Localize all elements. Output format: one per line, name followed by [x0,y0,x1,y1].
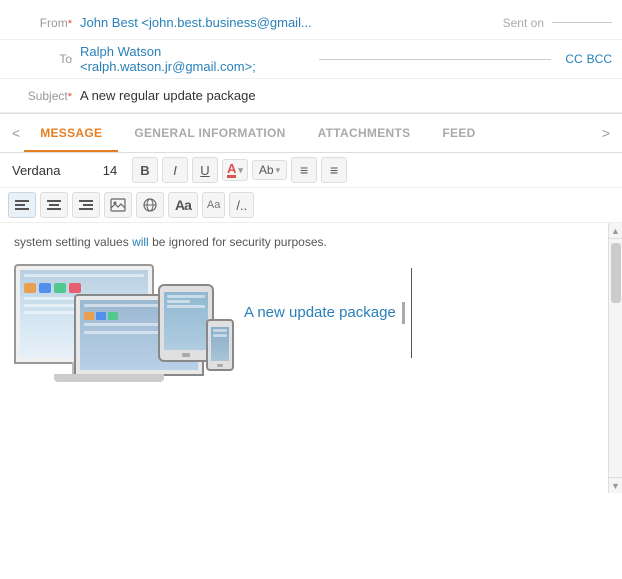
editor-body[interactable]: system setting values will be ignored fo… [0,223,608,493]
screen-line-1 [24,274,144,277]
scrollbar-up-button[interactable]: ▲ [609,223,622,239]
ab-chevron: ▾ [276,165,281,176]
cc-button[interactable]: CC [565,52,582,66]
scrollbar-thumb[interactable] [611,243,621,303]
from-row: From* John Best <john.best.business@gmai… [0,6,622,40]
editor-toolbar-1: Verdana 14 B I U A ▾ Ab ▾ ≡ ≡ [0,153,622,188]
tabs-next-arrow[interactable]: > [598,115,614,151]
laptop-icon-3 [108,312,118,320]
from-label: From* [10,16,80,30]
image-icon [110,198,126,212]
font-color-button[interactable]: A ▾ [222,159,248,181]
text-size-button[interactable]: Aa [168,192,198,218]
tablet-line-3 [167,305,205,308]
align-left-icon [15,199,29,211]
sent-on-line [552,22,612,23]
align-center-button[interactable] [40,192,68,218]
bcc-button[interactable]: BCC [587,52,612,66]
cc-bcc-buttons: CC BCC [565,52,612,66]
phone-screen [211,327,229,361]
phone-line-2 [213,334,227,337]
tabs-prev-arrow[interactable]: < [8,115,24,151]
phone-home-button [217,364,223,367]
align-center-icon [47,199,61,211]
text-size-label: Aa [175,197,191,213]
sent-on-label: Sent on [503,16,544,30]
underline-button[interactable]: U [192,157,218,183]
scrollbar-track[interactable] [609,239,622,477]
ordered-list-button[interactable]: ≡ [291,157,317,183]
subject-row: Subject* A new regular update package [0,79,622,113]
tab-attachments[interactable]: ATTACHMENTS [302,114,427,152]
italic-button[interactable]: I [162,157,188,183]
email-header: From* John Best <john.best.business@gmai… [0,0,622,114]
scrollbar[interactable]: ▲ ▼ [608,223,622,493]
tab-feed[interactable]: FEED [426,114,491,152]
phone-outer [206,319,234,371]
font-size-input[interactable]: 14 [92,163,128,178]
ab-label: Ab [259,163,274,177]
update-title-area: A new update package [244,264,412,358]
laptop-icon-2 [96,312,106,320]
phone-line-1 [213,329,227,332]
font-color-chevron: ▾ [238,165,243,176]
screen-icon-4 [69,283,81,293]
screen-icon-2 [39,283,51,293]
format-slash-button[interactable]: /.. [229,192,254,218]
text-size-small-button[interactable]: Aa [202,192,225,218]
tab-general-information[interactable]: GENERAL INFORMATION [118,114,301,152]
ab-style-button[interactable]: Ab ▾ [252,160,287,180]
text-cursor [411,268,412,358]
align-right-button[interactable] [72,192,100,218]
unordered-list-icon: ≡ [330,162,338,178]
ordered-list-icon: ≡ [300,162,308,178]
tablet-line-2 [167,300,190,303]
laptop-base [54,374,164,382]
update-section: A new update package [14,264,594,404]
tablet-content [164,292,208,313]
editor-toolbar-2: Aa Aa /.. [0,188,622,223]
to-label: To [10,52,80,66]
sent-on-area: Sent on [503,16,612,30]
align-right-icon [79,199,93,211]
insert-link-button[interactable] [136,192,164,218]
to-row: To Ralph Watson <ralph.watson.jr@gmail.c… [0,40,622,79]
to-value[interactable]: Ralph Watson <ralph.watson.jr@gmail.com>… [80,44,313,74]
bold-button[interactable]: B [132,157,158,183]
screen-icon-3 [54,283,66,293]
update-title: A new update package [244,302,405,325]
tabs-bar: < MESSAGE GENERAL INFORMATION ATTACHMENT… [0,114,622,153]
font-name-select[interactable]: Verdana [8,161,88,180]
insert-image-button[interactable] [104,192,132,218]
to-separator [319,59,552,60]
unordered-list-button[interactable]: ≡ [321,157,347,183]
tablet-home-button [182,353,190,357]
screen-icons-row [24,283,144,293]
update-title-block: A new update package [244,268,412,358]
align-left-button[interactable] [8,192,36,218]
tablet-screen [164,292,208,350]
from-value[interactable]: John Best <john.best.business@gmail... [80,15,503,30]
will-word: will [132,235,149,249]
subject-label: Subject* [10,89,80,103]
globe-icon [142,197,158,213]
laptop-icon-1 [84,312,94,320]
security-note: system setting values will be ignored fo… [14,233,594,252]
phone-content [211,327,229,341]
tablet-line-1 [167,295,205,298]
scrollbar-down-button[interactable]: ▼ [609,477,622,493]
font-color-a: A [227,162,236,178]
subject-value[interactable]: A new regular update package [80,88,256,103]
screen-icon-1 [24,283,36,293]
devices-illustration [14,264,244,404]
content-area: system setting values will be ignored fo… [0,223,622,493]
tab-message[interactable]: MESSAGE [24,114,118,152]
